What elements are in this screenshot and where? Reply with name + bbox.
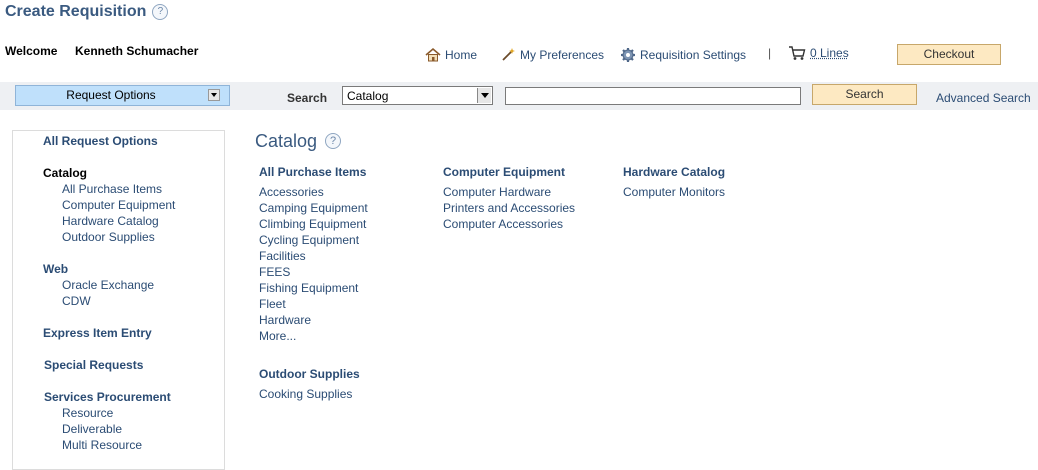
- page-title-text: Create Requisition: [5, 3, 146, 20]
- sidebar-special-requests[interactable]: Special Requests: [44, 358, 143, 372]
- home-link[interactable]: Home: [425, 47, 477, 62]
- category-item[interactable]: Cycling Equipment: [259, 233, 359, 247]
- category-item[interactable]: Cooking Supplies: [259, 387, 352, 401]
- help-icon[interactable]: ?: [325, 133, 341, 149]
- magic-wand-icon: [501, 47, 516, 62]
- checkout-button[interactable]: Checkout: [897, 44, 1001, 65]
- category-item[interactable]: Hardware: [259, 313, 311, 327]
- category-item[interactable]: Fleet: [259, 297, 286, 311]
- category-item[interactable]: FEES: [259, 265, 290, 279]
- category-item[interactable]: Accessories: [259, 185, 324, 199]
- sidebar-item-cdw[interactable]: CDW: [62, 294, 91, 308]
- category-item[interactable]: Printers and Accessories: [443, 201, 575, 215]
- category-item[interactable]: Camping Equipment: [259, 201, 368, 215]
- category-item[interactable]: Fishing Equipment: [259, 281, 358, 295]
- sidebar-item-resource[interactable]: Resource: [62, 406, 113, 420]
- search-category-select[interactable]: Catalog: [342, 86, 493, 105]
- sidebar-item-computer-equipment[interactable]: Computer Equipment: [62, 198, 175, 212]
- sidebar-express-item-entry[interactable]: Express Item Entry: [43, 326, 152, 340]
- more-link[interactable]: More...: [259, 329, 296, 343]
- settings-label: Requisition Settings: [640, 48, 746, 62]
- welcome-label: Welcome: [5, 44, 57, 58]
- cart-link[interactable]: 0 Lines: [788, 45, 849, 61]
- catalog-title: Catalog?: [255, 131, 341, 152]
- settings-link[interactable]: Requisition Settings: [620, 47, 746, 63]
- sidebar-catalog-heading: Catalog: [43, 166, 87, 180]
- category-item[interactable]: Climbing Equipment: [259, 217, 366, 231]
- sidebar-item-outdoor-supplies[interactable]: Outdoor Supplies: [62, 230, 155, 244]
- home-icon: [425, 47, 441, 62]
- preferences-link[interactable]: My Preferences: [501, 47, 604, 62]
- home-label: Home: [445, 48, 477, 62]
- select-arrow-icon[interactable]: [477, 88, 491, 103]
- request-options-label: Request Options: [16, 86, 206, 105]
- category-item[interactable]: Computer Hardware: [443, 185, 551, 199]
- header-separator: |: [768, 46, 771, 60]
- chevron-down-icon[interactable]: [208, 89, 220, 101]
- sidebar-item-deliverable[interactable]: Deliverable: [62, 422, 122, 436]
- advanced-search-link[interactable]: Advanced Search: [936, 91, 1031, 105]
- category-heading-outdoor-supplies[interactable]: Outdoor Supplies: [259, 367, 360, 381]
- sidebar-item-all-purchase-items[interactable]: All Purchase Items: [62, 182, 162, 196]
- category-item[interactable]: Facilities: [259, 249, 306, 263]
- request-options-sidebar: All Request Options Catalog All Purchase…: [12, 130, 225, 470]
- category-item[interactable]: Computer Monitors: [623, 185, 725, 199]
- sidebar-web-heading[interactable]: Web: [43, 262, 68, 276]
- category-heading-computer-equipment[interactable]: Computer Equipment: [443, 165, 565, 179]
- category-heading-all-purchase-items[interactable]: All Purchase Items: [259, 165, 366, 179]
- sidebar-item-oracle-exchange[interactable]: Oracle Exchange: [62, 278, 154, 292]
- help-icon[interactable]: ?: [152, 4, 168, 20]
- category-item[interactable]: Computer Accessories: [443, 217, 563, 231]
- cart-icon: [788, 45, 806, 61]
- preferences-label: My Preferences: [520, 48, 604, 62]
- user-name: Kenneth Schumacher: [75, 44, 198, 58]
- request-options-dropdown[interactable]: Request Options: [15, 85, 230, 106]
- catalog-title-text: Catalog: [255, 131, 317, 151]
- search-button[interactable]: Search: [812, 84, 917, 105]
- category-heading-hardware-catalog[interactable]: Hardware Catalog: [623, 165, 725, 179]
- search-input[interactable]: [505, 87, 801, 105]
- sidebar-services-procurement[interactable]: Services Procurement: [44, 390, 171, 404]
- search-label: Search: [287, 91, 327, 105]
- gear-icon: [620, 47, 636, 63]
- sidebar-all-request-options[interactable]: All Request Options: [43, 134, 158, 148]
- search-category-value: Catalog: [347, 89, 388, 103]
- cart-lines-count: 0 Lines: [810, 46, 849, 60]
- page-title: Create Requisition?: [5, 3, 168, 21]
- sidebar-item-hardware-catalog[interactable]: Hardware Catalog: [62, 214, 159, 228]
- sidebar-item-multi-resource[interactable]: Multi Resource: [62, 438, 142, 452]
